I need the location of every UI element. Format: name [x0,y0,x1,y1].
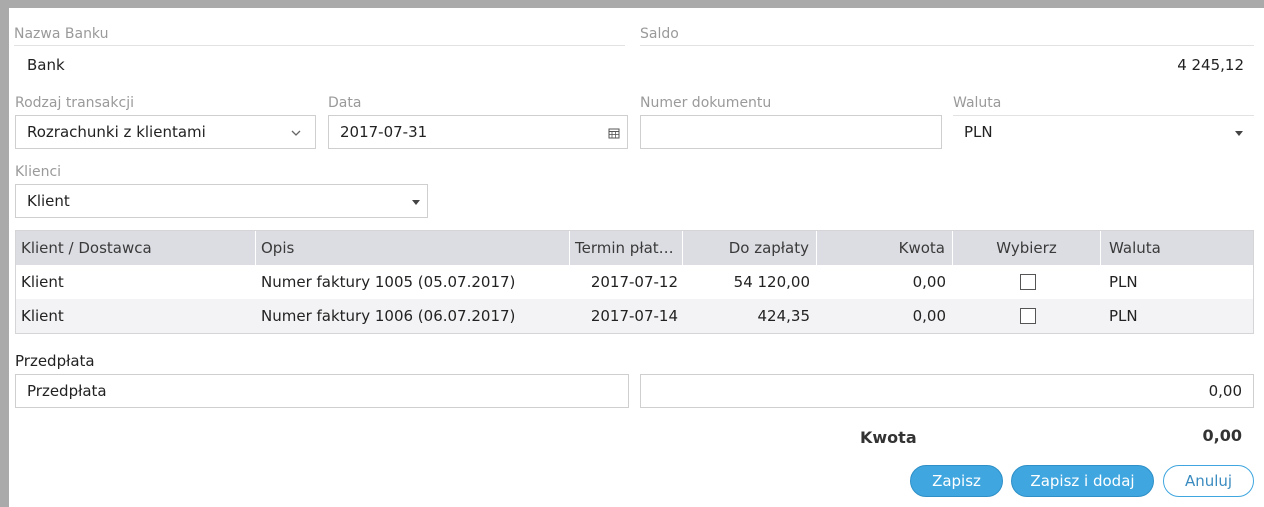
invoices-table: Klient / Dostawca Opis Termin płat… Do z… [15,230,1254,334]
balance-value: 4 245,12 [1177,56,1244,74]
prepayment-amount-input[interactable]: 0,00 [640,374,1254,408]
chevron-down-icon [291,130,301,136]
bank-name-label: Nazwa Banku [14,26,109,42]
date-value: 2017-07-31 [340,123,428,141]
calendar-icon[interactable] [608,127,620,139]
cell-to-pay: 54 120,00 [733,273,810,291]
divider [14,45,625,46]
transaction-type-label: Rodzaj transakcji [15,95,134,111]
document-number-input[interactable] [640,115,942,149]
prepayment-text-input[interactable]: Przedpłata [15,374,629,408]
date-input[interactable]: 2017-07-31 [328,115,628,149]
currency-select[interactable]: PLN [953,116,1254,149]
cancel-button[interactable]: Anuluj [1163,465,1254,497]
date-label: Data [328,95,362,111]
clients-select[interactable]: Klient [15,184,428,218]
cell-to-pay: 424,35 [757,307,811,325]
transaction-type-value: Rozrachunki z klientami [27,123,206,141]
prepayment-amount-value: 0,00 [1208,382,1242,400]
currency-value: PLN [964,123,993,141]
save-button[interactable]: Zapisz [910,465,1003,497]
column-header-select[interactable]: Wybierz [953,231,1101,265]
balance-label: Saldo [640,26,679,42]
column-header-due-date[interactable]: Termin płat… [570,231,683,265]
table-row[interactable]: Klient Numer faktury 1005 (05.07.2017) 2… [16,265,1253,299]
document-number-label: Numer dokumentu [640,95,772,111]
column-header-currency[interactable]: Waluta [1101,231,1253,265]
column-header-description[interactable]: Opis [256,231,570,265]
caret-down-icon [412,200,420,205]
currency-label: Waluta [953,95,1002,111]
cell-due-date: 2017-07-12 [590,273,678,291]
cell-currency: PLN [1109,307,1138,325]
total-value: 0,00 [1202,426,1242,445]
cell-description: Numer faktury 1006 (06.07.2017) [261,307,516,325]
cell-due-date: 2017-07-14 [590,307,678,325]
prepayment-text-value: Przedpłata [27,382,107,400]
divider [640,45,1254,46]
column-header-client[interactable]: Klient / Dostawca [16,231,256,265]
clients-value: Klient [27,192,70,210]
cell-currency: PLN [1109,273,1138,291]
column-header-to-pay[interactable]: Do zapłaty [683,231,817,265]
transaction-type-select[interactable]: Rozrachunki z klientami [15,115,316,149]
prepayment-label: Przedpłata [15,352,95,370]
bank-name-value: Bank [27,56,65,74]
column-header-amount[interactable]: Kwota [817,231,953,265]
cell-client: Klient [21,273,64,291]
select-checkbox[interactable] [1020,308,1036,324]
caret-down-icon [1235,131,1243,136]
cell-client: Klient [21,307,64,325]
cell-description: Numer faktury 1005 (05.07.2017) [261,273,516,291]
cell-amount: 0,00 [912,307,946,325]
table-row[interactable]: Klient Numer faktury 1006 (06.07.2017) 2… [16,299,1253,333]
select-checkbox[interactable] [1020,274,1036,290]
clients-label: Klienci [15,164,62,180]
total-label: Kwota [860,428,917,447]
table-header-row: Klient / Dostawca Opis Termin płat… Do z… [16,231,1253,265]
cell-amount: 0,00 [912,273,946,291]
save-and-add-button[interactable]: Zapisz i dodaj [1011,465,1154,497]
